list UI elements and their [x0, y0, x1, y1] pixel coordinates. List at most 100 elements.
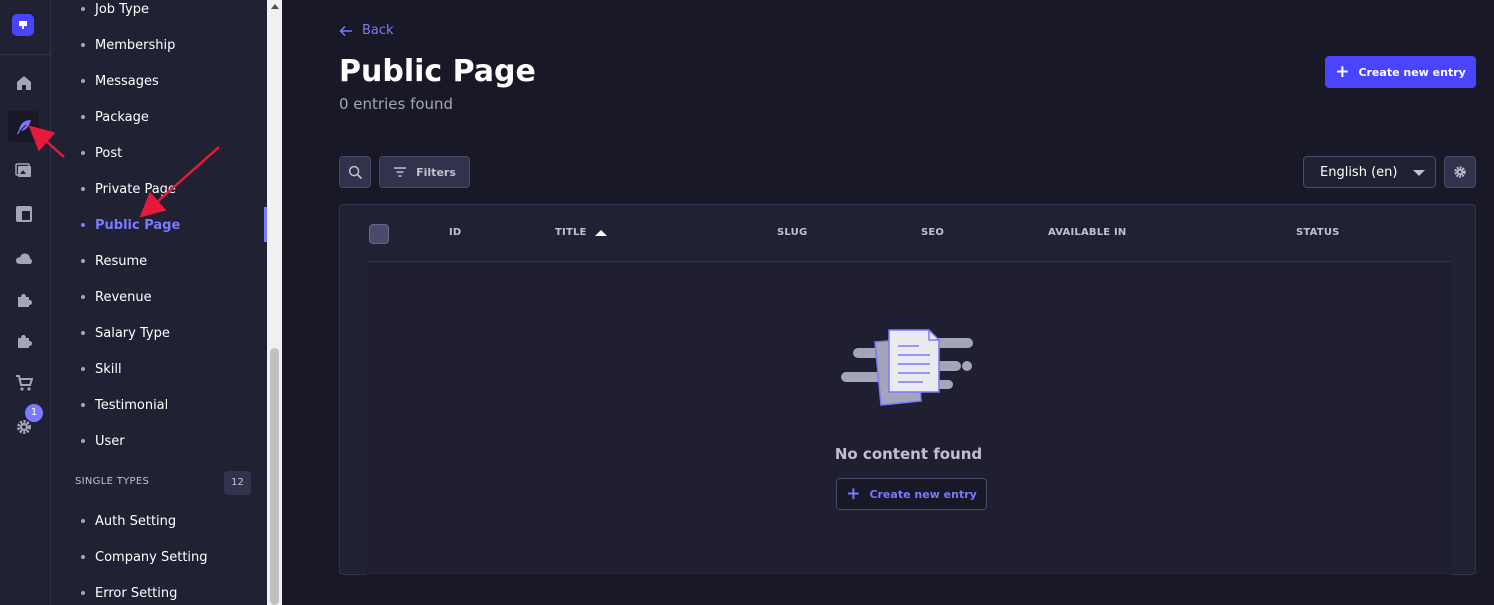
bullet — [81, 367, 85, 371]
single-types-heading: SINGLE TYPES — [75, 476, 150, 487]
column-header-label: SEO — [921, 227, 945, 238]
page-title: Public Page — [339, 54, 536, 89]
marketplace-puzzle-icon[interactable] — [8, 325, 39, 356]
column-header-available-in[interactable]: AVAILABLE IN — [1048, 227, 1127, 238]
sidebar-item-messages[interactable]: Messages — [81, 70, 159, 92]
column-header-label: STATUS — [1296, 227, 1340, 238]
select-all-checkbox[interactable] — [369, 224, 389, 244]
sidebar-item-label: Salary Type — [95, 325, 170, 341]
search-icon — [348, 165, 362, 179]
scroll-up-arrow-icon[interactable] — [271, 4, 279, 9]
sidebar-item-label: Error Setting — [95, 585, 178, 601]
home-icon[interactable] — [8, 67, 39, 98]
column-header-label: ID — [449, 227, 462, 238]
sidebar-item-testimonial[interactable]: Testimonial — [81, 394, 168, 416]
entries-count: 0 entries found — [339, 95, 454, 113]
rail-divider — [0, 54, 51, 55]
empty-documents-illustration-icon — [841, 329, 973, 406]
plugins-puzzle-icon[interactable] — [8, 284, 39, 315]
sidebar-item-resume[interactable]: Resume — [81, 250, 147, 272]
column-header-status[interactable]: STATUS — [1296, 227, 1340, 238]
list-settings-button[interactable] — [1444, 156, 1476, 188]
empty-state: No content found + Create new entry — [366, 262, 1451, 575]
entries-table: ID TITLE SLUG SEO AVAILABLE IN STATUS No… — [339, 204, 1476, 575]
sidebar-item-label: Public Page — [95, 217, 181, 233]
back-link-label: Back — [362, 23, 394, 38]
column-header-slug[interactable]: SLUG — [777, 227, 807, 238]
sort-ascending-icon[interactable] — [594, 229, 607, 236]
bullet — [81, 439, 85, 443]
bullet — [81, 43, 85, 47]
content-type-builder-icon[interactable] — [8, 198, 39, 229]
sidebar-item-label: Package — [95, 109, 149, 125]
bullet — [81, 7, 85, 11]
empty-create-new-entry-label: Create new entry — [869, 487, 977, 501]
sidebar-item-error-setting[interactable]: Error Setting — [81, 582, 177, 604]
content-manager-feather-icon[interactable] — [8, 111, 39, 142]
create-new-entry-button[interactable]: + Create new entry — [1325, 56, 1476, 88]
sidebar-item-package[interactable]: Package — [81, 106, 149, 128]
cart-icon[interactable] — [8, 367, 39, 398]
sidebar-item-label: Messages — [95, 73, 159, 89]
sidebar-item-label: Company Setting — [95, 549, 208, 565]
arrow-left-icon — [339, 25, 352, 36]
bullet — [81, 295, 85, 299]
sidebar-item-company-setting[interactable]: Company Setting — [81, 546, 208, 568]
sidebar-item-label: Auth Setting — [95, 513, 177, 529]
sidebar-item-label: Revenue — [95, 289, 152, 305]
cloud-icon[interactable] — [8, 243, 39, 274]
scrollbar-thumb[interactable] — [270, 348, 279, 605]
plus-icon: + — [846, 483, 861, 504]
sidebar-item-post[interactable]: Post — [81, 142, 122, 164]
sidebar-item-private-page[interactable]: Private Page — [81, 178, 176, 200]
main-nav-rail: 1 — [0, 0, 51, 605]
column-header-id[interactable]: ID — [449, 227, 461, 238]
single-types-count-badge: 12 — [224, 471, 251, 495]
logo-icon[interactable] — [12, 14, 34, 36]
filter-icon — [394, 167, 407, 177]
plus-icon: + — [1335, 61, 1350, 82]
bullet — [81, 331, 85, 335]
sidebar-item-auth-setting[interactable]: Auth Setting — [81, 510, 176, 532]
sidebar-scrollbar[interactable] — [267, 0, 282, 605]
bullet — [81, 187, 85, 191]
bullet — [81, 555, 85, 559]
search-button[interactable] — [339, 156, 371, 188]
sidebar-item-job-type[interactable]: Job Type — [81, 0, 149, 20]
column-header-title[interactable]: TITLE — [555, 227, 607, 238]
media-library-icon[interactable] — [8, 155, 39, 186]
column-header-seo[interactable]: SEO — [921, 227, 944, 238]
sidebar-item-revenue[interactable]: Revenue — [81, 286, 152, 308]
content-manager-subnav: Job Type Membership Messages Package Pos… — [51, 0, 267, 605]
filters-button[interactable]: Filters — [379, 156, 470, 188]
column-header-label: AVAILABLE IN — [1048, 227, 1127, 238]
bullet — [81, 223, 85, 227]
sidebar-item-public-page[interactable]: Public Page — [81, 214, 180, 236]
sidebar-item-label: Post — [95, 145, 123, 161]
locale-select[interactable]: English (en) — [1303, 156, 1436, 188]
column-header-label: TITLE — [555, 227, 587, 238]
bullet — [81, 259, 85, 263]
chevron-down-icon — [1413, 170, 1425, 176]
bullet — [81, 519, 85, 523]
sidebar-item-label: Membership — [95, 37, 176, 53]
bullet — [81, 151, 85, 155]
sidebar-item-label: Resume — [95, 253, 148, 269]
bullet — [81, 591, 85, 595]
sidebar-item-skill[interactable]: Skill — [81, 358, 122, 380]
sidebar-item-label: Job Type — [95, 1, 150, 17]
sidebar-item-label: Private Page — [95, 181, 176, 197]
gear-icon — [1454, 166, 1466, 178]
sidebar-item-label: Skill — [95, 361, 122, 377]
column-header-label: SLUG — [777, 227, 808, 238]
sidebar-item-user[interactable]: User — [81, 430, 125, 452]
locale-selected-value: English (en) — [1320, 164, 1398, 180]
bullet — [81, 115, 85, 119]
empty-create-new-entry-button[interactable]: + Create new entry — [836, 478, 987, 510]
back-link[interactable]: Back — [339, 23, 394, 38]
create-new-entry-label: Create new entry — [1358, 65, 1466, 79]
bullet — [81, 79, 85, 83]
sidebar-item-membership[interactable]: Membership — [81, 34, 175, 56]
filters-label: Filters — [416, 165, 456, 179]
sidebar-item-salary-type[interactable]: Salary Type — [81, 322, 170, 344]
